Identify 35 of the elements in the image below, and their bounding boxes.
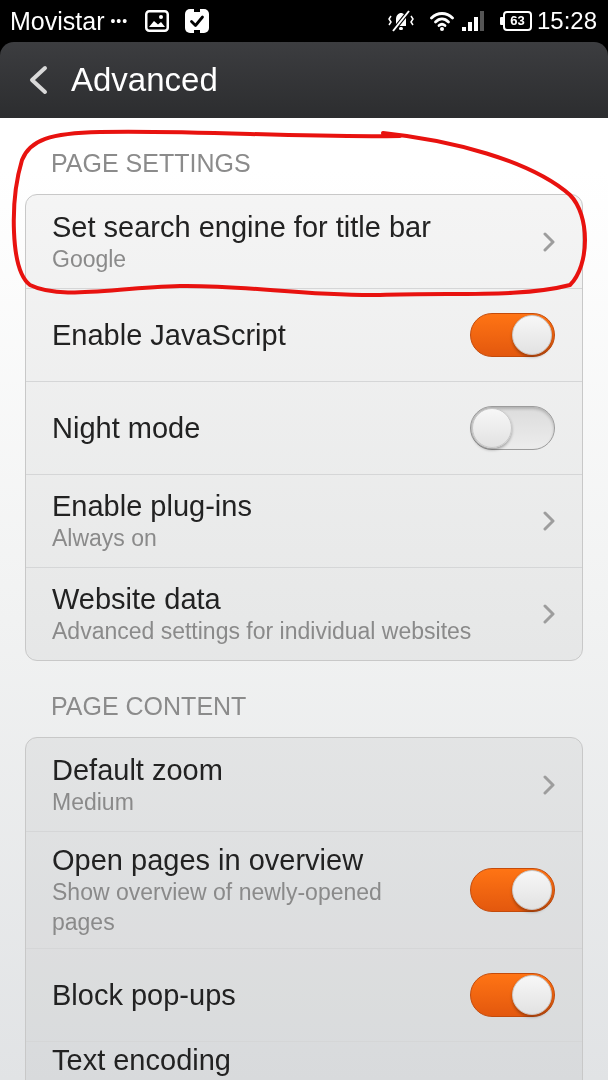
setting-title: Website data [52, 582, 221, 616]
setting-value: Google [52, 244, 127, 274]
setting-value: Show overview of newly-opened pages [52, 878, 383, 937]
toggle-switch[interactable] [470, 313, 555, 357]
signal-icon [461, 11, 485, 31]
setting-value: Always on [52, 524, 157, 553]
section-heading: PAGE SETTINGS [51, 148, 251, 178]
section-heading: PAGE CONTENT [51, 691, 247, 721]
setting-title: Open pages in overview [52, 843, 364, 877]
clock-time: 15:28 [536, 7, 597, 35]
carrier-name: Movistar [10, 6, 105, 36]
chevron-right-icon [543, 511, 555, 531]
toggle-switch[interactable] [470, 406, 555, 450]
battery-indicator: 63 [499, 11, 532, 31]
setting-value: Advanced settings for individual websites [52, 617, 472, 646]
setting-title: Set search engine for title bar [52, 209, 431, 244]
chevron-right-icon [543, 604, 555, 624]
setting-title: Text encoding [52, 1043, 231, 1077]
screen-title: Advanced [71, 60, 218, 100]
setting-title: Enable plug-ins [52, 489, 252, 523]
setting-title: Block pop-ups [52, 978, 236, 1012]
setting-title: Default zoom [52, 752, 223, 787]
wifi-icon [429, 11, 454, 31]
checkmark-icon [185, 9, 210, 33]
muted-bell-icon [387, 9, 414, 33]
chevron-right-icon [543, 231, 555, 252]
setting-title: Enable JavaScript [52, 318, 286, 352]
setting-title: Night mode [52, 411, 201, 445]
toggle-switch[interactable] [470, 973, 555, 1017]
back-icon[interactable] [28, 65, 48, 95]
toggle-switch[interactable] [470, 868, 555, 912]
notification-dots: ••• [110, 12, 129, 31]
chevron-right-icon [543, 774, 555, 795]
setting-value: Medium [52, 787, 134, 817]
picture-icon [145, 10, 170, 32]
